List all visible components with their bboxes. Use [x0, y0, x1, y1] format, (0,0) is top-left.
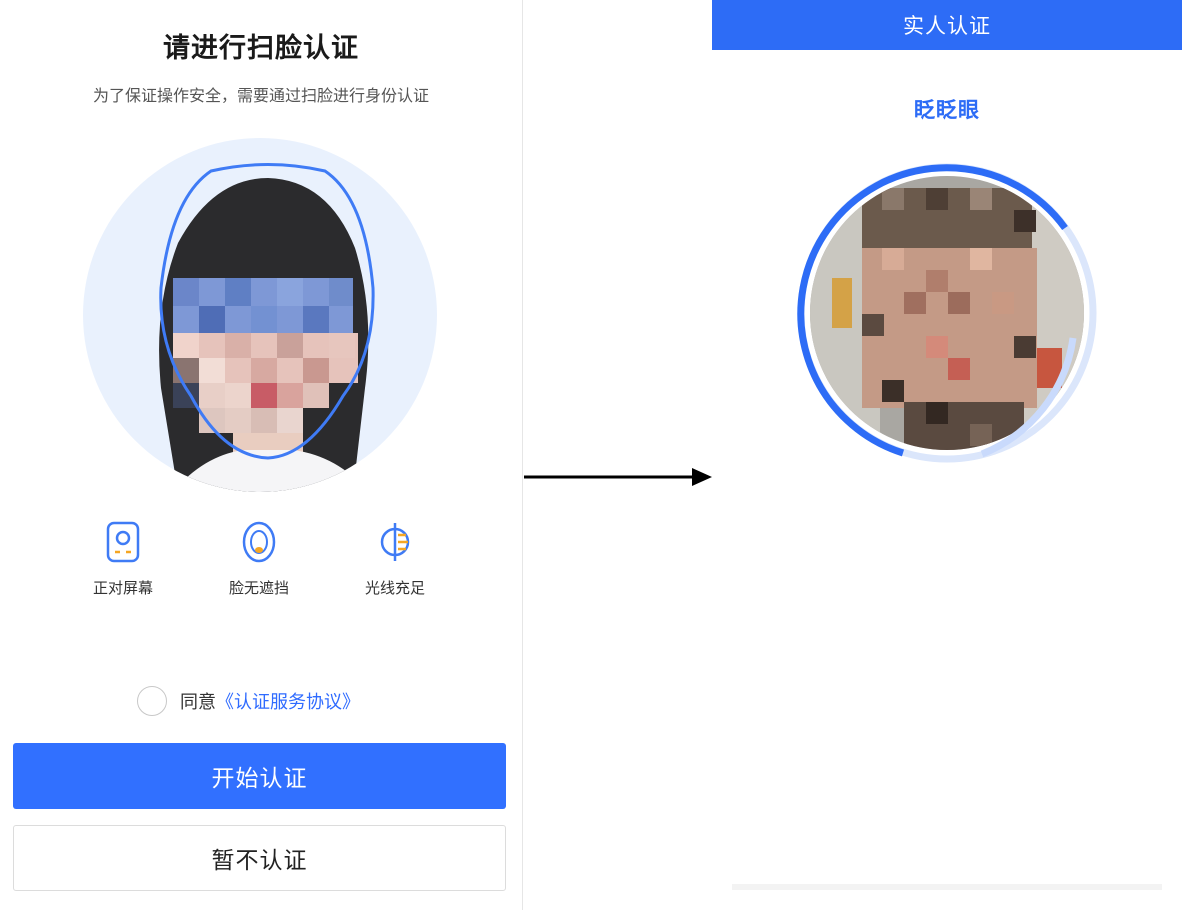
agreement-label: 同意	[180, 692, 216, 713]
sample-face-illustration	[159, 163, 375, 492]
phone-face-icon	[106, 521, 140, 563]
page-subtitle: 为了保证操作安全，需要通过扫脸进行身份认证	[92, 86, 429, 105]
page-title: 请进行扫脸认证	[163, 33, 359, 64]
bottom-divider	[732, 884, 1162, 890]
tip-face-screen: 正对屏幕	[68, 520, 178, 598]
service-agreement-link[interactable]: 《认证服务协议》	[216, 688, 360, 714]
tip-label: 正对屏幕	[92, 579, 153, 597]
skip-auth-button[interactable]: 暂不认证	[13, 825, 506, 891]
tip-no-cover: 脸无遮挡	[204, 520, 314, 598]
face-sample-image	[83, 138, 437, 492]
liveness-prompt: 眨眨眼	[914, 98, 980, 122]
start-auth-button[interactable]: 开始认证	[13, 743, 506, 809]
header-title: 实人认证	[712, 0, 1182, 50]
face-auth-intro-screen: 请进行扫脸认证 为了保证操作安全，需要通过扫脸进行身份认证 正对屏幕 脸无遮挡 …	[0, 0, 523, 910]
pixelated-camera-face	[810, 176, 1084, 450]
tip-label: 脸无遮挡	[228, 579, 289, 597]
agreement-row: 同意 《认证服务协议》	[137, 684, 437, 718]
camera-preview	[792, 158, 1102, 468]
liveness-detection-screen: 实人认证 眨眨眼	[712, 0, 1182, 890]
flow-arrow-icon	[524, 468, 712, 486]
camera-face-circle	[797, 163, 1097, 463]
tip-enough-light: 光线充足	[340, 520, 450, 598]
tip-label: 光线充足	[364, 579, 425, 597]
auth-tips: 正对屏幕 脸无遮挡 光线充足	[56, 520, 466, 600]
agreement-checkbox[interactable]	[137, 686, 167, 716]
face-outline-icon	[242, 521, 276, 563]
light-bulb-icon	[380, 523, 410, 561]
